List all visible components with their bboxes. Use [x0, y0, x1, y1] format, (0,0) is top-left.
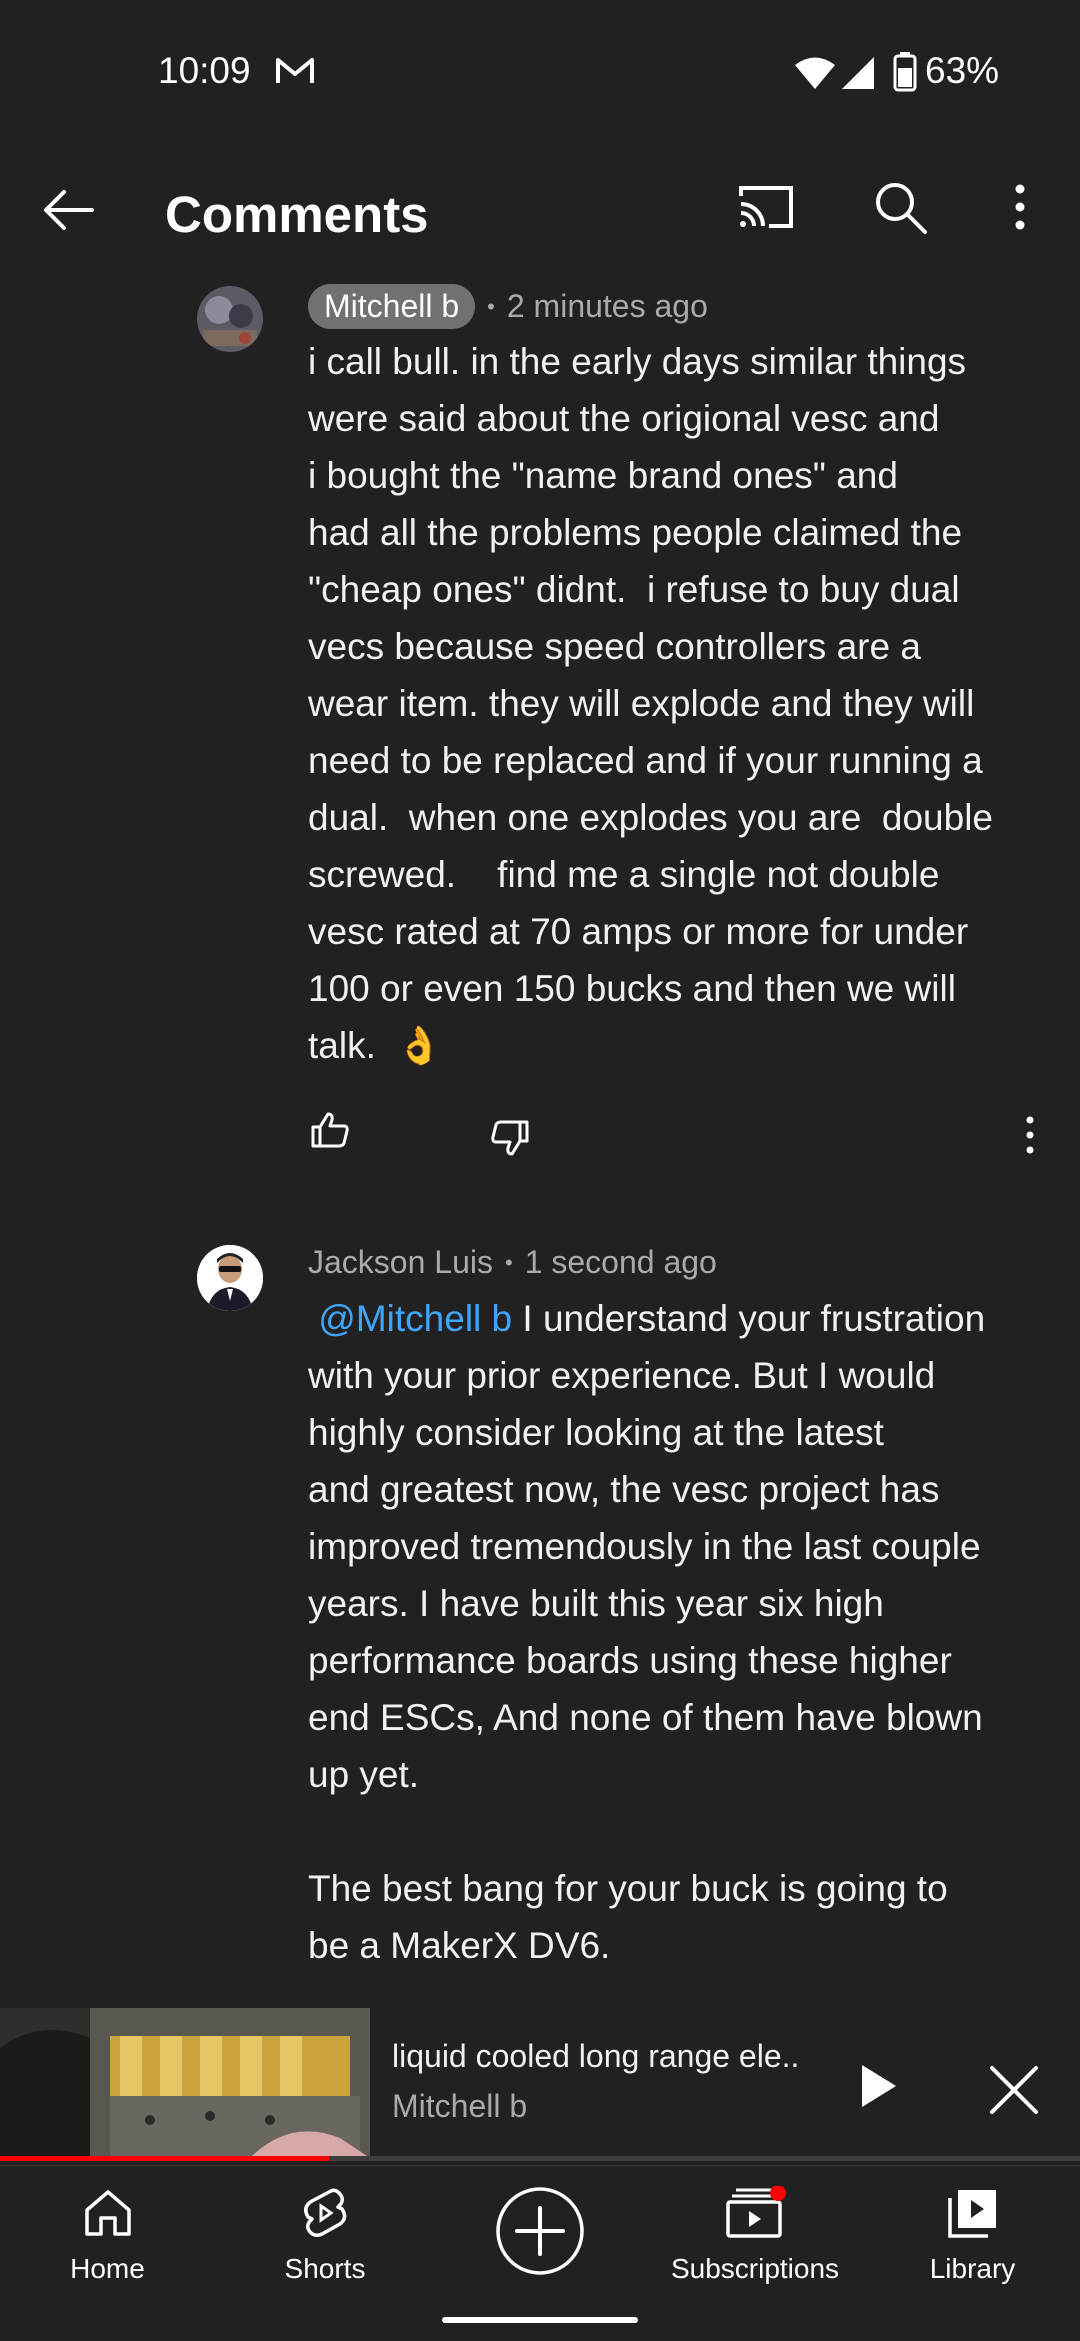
- comment-text: i call bull. in the early days similar t…: [308, 333, 1080, 1074]
- comment-time: 2 minutes ago: [506, 288, 708, 324]
- comment-more-button[interactable]: [1022, 1115, 1038, 1160]
- battery-icon: [893, 52, 917, 97]
- comment-line: "cheap ones" didnt. i refuse to buy dual: [308, 569, 960, 610]
- mention-link[interactable]: @Mitchell b: [318, 1298, 512, 1339]
- back-button[interactable]: [40, 180, 120, 240]
- comment-line: screwed. find me a single not double: [308, 854, 940, 895]
- more-options-button[interactable]: [1005, 182, 1035, 242]
- dislike-button[interactable]: [490, 1120, 530, 1161]
- comment-line: were said about the origional vesc and: [308, 398, 940, 439]
- comment-meta: Mitchell b • 2 minutes ago: [308, 284, 708, 329]
- nav-library[interactable]: Library: [915, 2186, 1030, 2285]
- bottom-navigation: Home Shorts Subscriptions Library: [0, 2165, 1080, 2341]
- nav-subscriptions-label: Subscriptions: [670, 2253, 840, 2284]
- mini-player-channel: Mitchell b: [392, 2088, 528, 2124]
- like-button[interactable]: [310, 1112, 350, 1153]
- mini-player-progress-track: [0, 2156, 1080, 2161]
- comment-line: dual. when one explodes you are double: [308, 797, 994, 838]
- comment-author[interactable]: Jackson Luis: [308, 1244, 493, 1281]
- battery-percentage: 63%: [925, 50, 1000, 91]
- close-button[interactable]: [988, 2064, 1040, 2121]
- subscriptions-icon: [726, 2185, 786, 2238]
- page-title: Comments: [165, 186, 429, 243]
- comment-author[interactable]: Mitchell b: [308, 284, 476, 329]
- gmail-icon: [275, 56, 315, 91]
- mini-player-thumbnail[interactable]: [0, 2008, 370, 2158]
- library-icon: [947, 2190, 996, 2238]
- nav-subscriptions[interactable]: Subscriptions: [660, 2185, 850, 2285]
- comment-first-line: @Mitchell b I understand your frustratio…: [308, 1290, 1080, 1347]
- play-icon: [862, 2065, 896, 2107]
- more-vert-icon: [1015, 184, 1025, 230]
- comment-text: @Mitchell b I understand your frustratio…: [308, 1290, 1080, 1974]
- nav-shorts[interactable]: Shorts: [265, 2186, 385, 2285]
- close-icon: [990, 2066, 1038, 2114]
- nav-home-label: Home: [70, 2253, 145, 2284]
- avatar[interactable]: [197, 1245, 263, 1311]
- comment-line: be a MakerX DV6.: [308, 1925, 611, 1966]
- comment-line: vesc rated at 70 amps or more for under: [308, 911, 969, 952]
- play-button[interactable]: [858, 2063, 898, 2114]
- wifi-icon: [794, 56, 836, 95]
- nav-library-label: Library: [929, 2253, 1016, 2284]
- comment-line: [308, 1803, 1080, 1860]
- cast-button[interactable]: [735, 182, 805, 242]
- comment-line: had all the problems people claimed the: [308, 512, 963, 553]
- comment-line: I understand your frustration: [512, 1298, 986, 1339]
- create-button[interactable]: [495, 2186, 585, 2283]
- comment-line: vecs because speed controllers are a: [308, 626, 921, 667]
- comment-line: i bought the "name brand ones" and: [308, 455, 898, 496]
- home-icon: [84, 2190, 131, 2236]
- comment-line: need to be replaced and if your running …: [308, 740, 983, 781]
- thumbs-down-icon: [491, 1120, 529, 1156]
- comment-line: years. I have built this year six high: [308, 1583, 884, 1624]
- comment-line: i call bull. in the early days similar t…: [308, 341, 967, 382]
- search-button[interactable]: [873, 180, 933, 240]
- notification-dot: [770, 2185, 786, 2201]
- comment-line: The best bang for your buck is going to: [308, 1868, 948, 1909]
- search-icon: [876, 183, 927, 234]
- signal-icon: [840, 56, 876, 95]
- cast-icon: [739, 186, 793, 228]
- comment-meta: Jackson Luis • 1 second ago: [308, 1244, 717, 1281]
- nav-home[interactable]: Home: [50, 2186, 165, 2285]
- comment-line: highly consider looking at the latest: [308, 1412, 884, 1453]
- comment-line: 100 or even 150 bucks and then we will: [308, 968, 956, 1009]
- comment-line: improved tremendously in the last couple: [308, 1526, 981, 1567]
- comment-time: 1 second ago: [524, 1244, 717, 1280]
- shorts-icon: [304, 2188, 347, 2238]
- status-time: 10:09: [158, 50, 251, 91]
- comment-line: performance boards using these higher: [308, 1640, 952, 1681]
- separator-dot: •: [487, 293, 495, 319]
- comment-line: up yet.: [308, 1754, 420, 1795]
- comment-line: end ESCs, And none of them have blown: [308, 1697, 983, 1738]
- avatar[interactable]: [197, 286, 263, 352]
- comment-line: wear item. they will explode and they wi…: [308, 683, 975, 724]
- home-indicator[interactable]: [442, 2317, 638, 2323]
- comment-line: talk. 👌: [308, 1025, 443, 1066]
- back-arrow-icon: [44, 190, 94, 230]
- separator-dot: •: [504, 1249, 513, 1275]
- add-circle-icon: [496, 2187, 584, 2275]
- mini-player[interactable]: liquid cooled long range ele.. Mitchell …: [0, 2008, 1080, 2163]
- mini-player-progress: [0, 2156, 330, 2161]
- more-vert-icon: [1026, 1116, 1034, 1154]
- thumbs-up-icon: [311, 1112, 349, 1148]
- mini-player-title[interactable]: liquid cooled long range ele..: [392, 2038, 799, 2075]
- nav-shorts-label: Shorts: [284, 2253, 366, 2284]
- comment-line: with your prior experience. But I would: [308, 1355, 936, 1396]
- comment-line: and greatest now, the vesc project has: [308, 1469, 940, 1510]
